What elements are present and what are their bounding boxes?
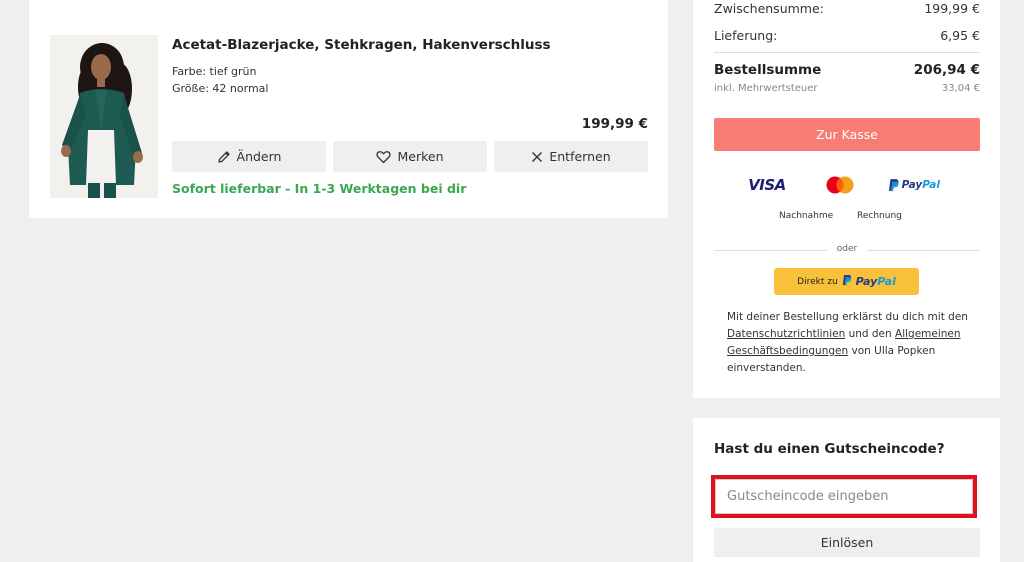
paypal-express-prefix: Direkt zu xyxy=(797,276,838,287)
divider-left xyxy=(714,250,827,251)
legal-text-2: und den xyxy=(848,328,892,340)
privacy-policy-link[interactable]: Datenschutzrichtlinien xyxy=(727,328,845,340)
paypal-icon xyxy=(842,274,852,289)
subtotal-row: Zwischensumme: 199,99 € xyxy=(714,1,980,16)
product-image[interactable] xyxy=(50,35,158,198)
voucher-section: Hast du einen Gutscheincode? Einlösen xyxy=(693,418,1000,562)
subtotal-label: Zwischensumme: xyxy=(714,1,824,16)
cart-page: Acetat-Blazerjacke, Stehkragen, Hakenver… xyxy=(0,0,1024,562)
total-value: 206,94 € xyxy=(913,62,980,78)
edit-button[interactable]: Ändern xyxy=(172,141,326,172)
remove-button-label: Entfernen xyxy=(549,149,611,164)
heart-icon xyxy=(376,150,392,164)
order-summary: Zwischensumme: 199,99 € Lieferung: 6,95 … xyxy=(693,0,1000,398)
save-button-label: Merken xyxy=(397,149,444,164)
shipping-row: Lieferung: 6,95 € xyxy=(714,28,980,43)
remove-button[interactable]: Entfernen xyxy=(494,141,648,172)
legal-notice: Mit deiner Bestellung erklärst du dich m… xyxy=(727,309,977,377)
product-size: Größe: 42 normal xyxy=(172,82,269,95)
summary-divider xyxy=(714,52,980,53)
invoice-label: Rechnung xyxy=(857,211,902,221)
edit-button-label: Ändern xyxy=(236,149,282,164)
vat-value: 33,04 € xyxy=(941,83,980,94)
checkout-button[interactable]: Zur Kasse xyxy=(714,118,980,151)
mastercard-logo xyxy=(824,174,856,196)
close-icon xyxy=(531,151,543,163)
pencil-icon xyxy=(217,150,231,164)
divider-right xyxy=(867,250,980,251)
paypal-logo-text-dark: Pay xyxy=(901,179,923,191)
paypal-logo-text-light: Pal xyxy=(922,179,940,191)
visa-logo: VISA xyxy=(748,176,786,194)
or-separator: oder xyxy=(836,244,858,254)
paypal-express-text-light: Pal xyxy=(877,275,896,288)
voucher-code-input[interactable] xyxy=(715,479,973,514)
vat-label: inkl. Mehrwertsteuer xyxy=(714,83,818,94)
save-for-later-button[interactable]: Merken xyxy=(333,141,487,172)
product-price: 199,99 € xyxy=(581,116,648,132)
legal-text-1: Mit deiner Bestellung erklärst du dich m… xyxy=(727,311,968,323)
voucher-title: Hast du einen Gutscheincode? xyxy=(714,441,945,457)
total-row: Bestellsumme 206,94 € xyxy=(714,62,980,78)
paypal-express-text-dark: Pay xyxy=(855,275,878,288)
vat-row: inkl. Mehrwertsteuer 33,04 € xyxy=(714,83,980,94)
cash-on-delivery-label: Nachnahme xyxy=(779,211,834,221)
paypal-logo: Pay Pal xyxy=(888,174,940,196)
product-title[interactable]: Acetat-Blazerjacke, Stehkragen, Hakenver… xyxy=(172,37,551,53)
delivery-status: Sofort lieferbar - In 1-3 Werktagen bei … xyxy=(172,181,467,196)
shipping-value: 6,95 € xyxy=(940,28,980,43)
product-color: Farbe: tief grün xyxy=(172,65,257,78)
subtotal-value: 199,99 € xyxy=(924,1,980,16)
paypal-express-logo-text: PayPal xyxy=(856,275,896,288)
redeem-voucher-button[interactable]: Einlösen xyxy=(714,528,980,557)
cart-item-card: Acetat-Blazerjacke, Stehkragen, Hakenver… xyxy=(29,0,668,218)
total-label: Bestellsumme xyxy=(714,62,822,78)
paypal-express-button[interactable]: Direkt zu PayPal xyxy=(774,268,919,295)
shipping-label: Lieferung: xyxy=(714,28,778,43)
